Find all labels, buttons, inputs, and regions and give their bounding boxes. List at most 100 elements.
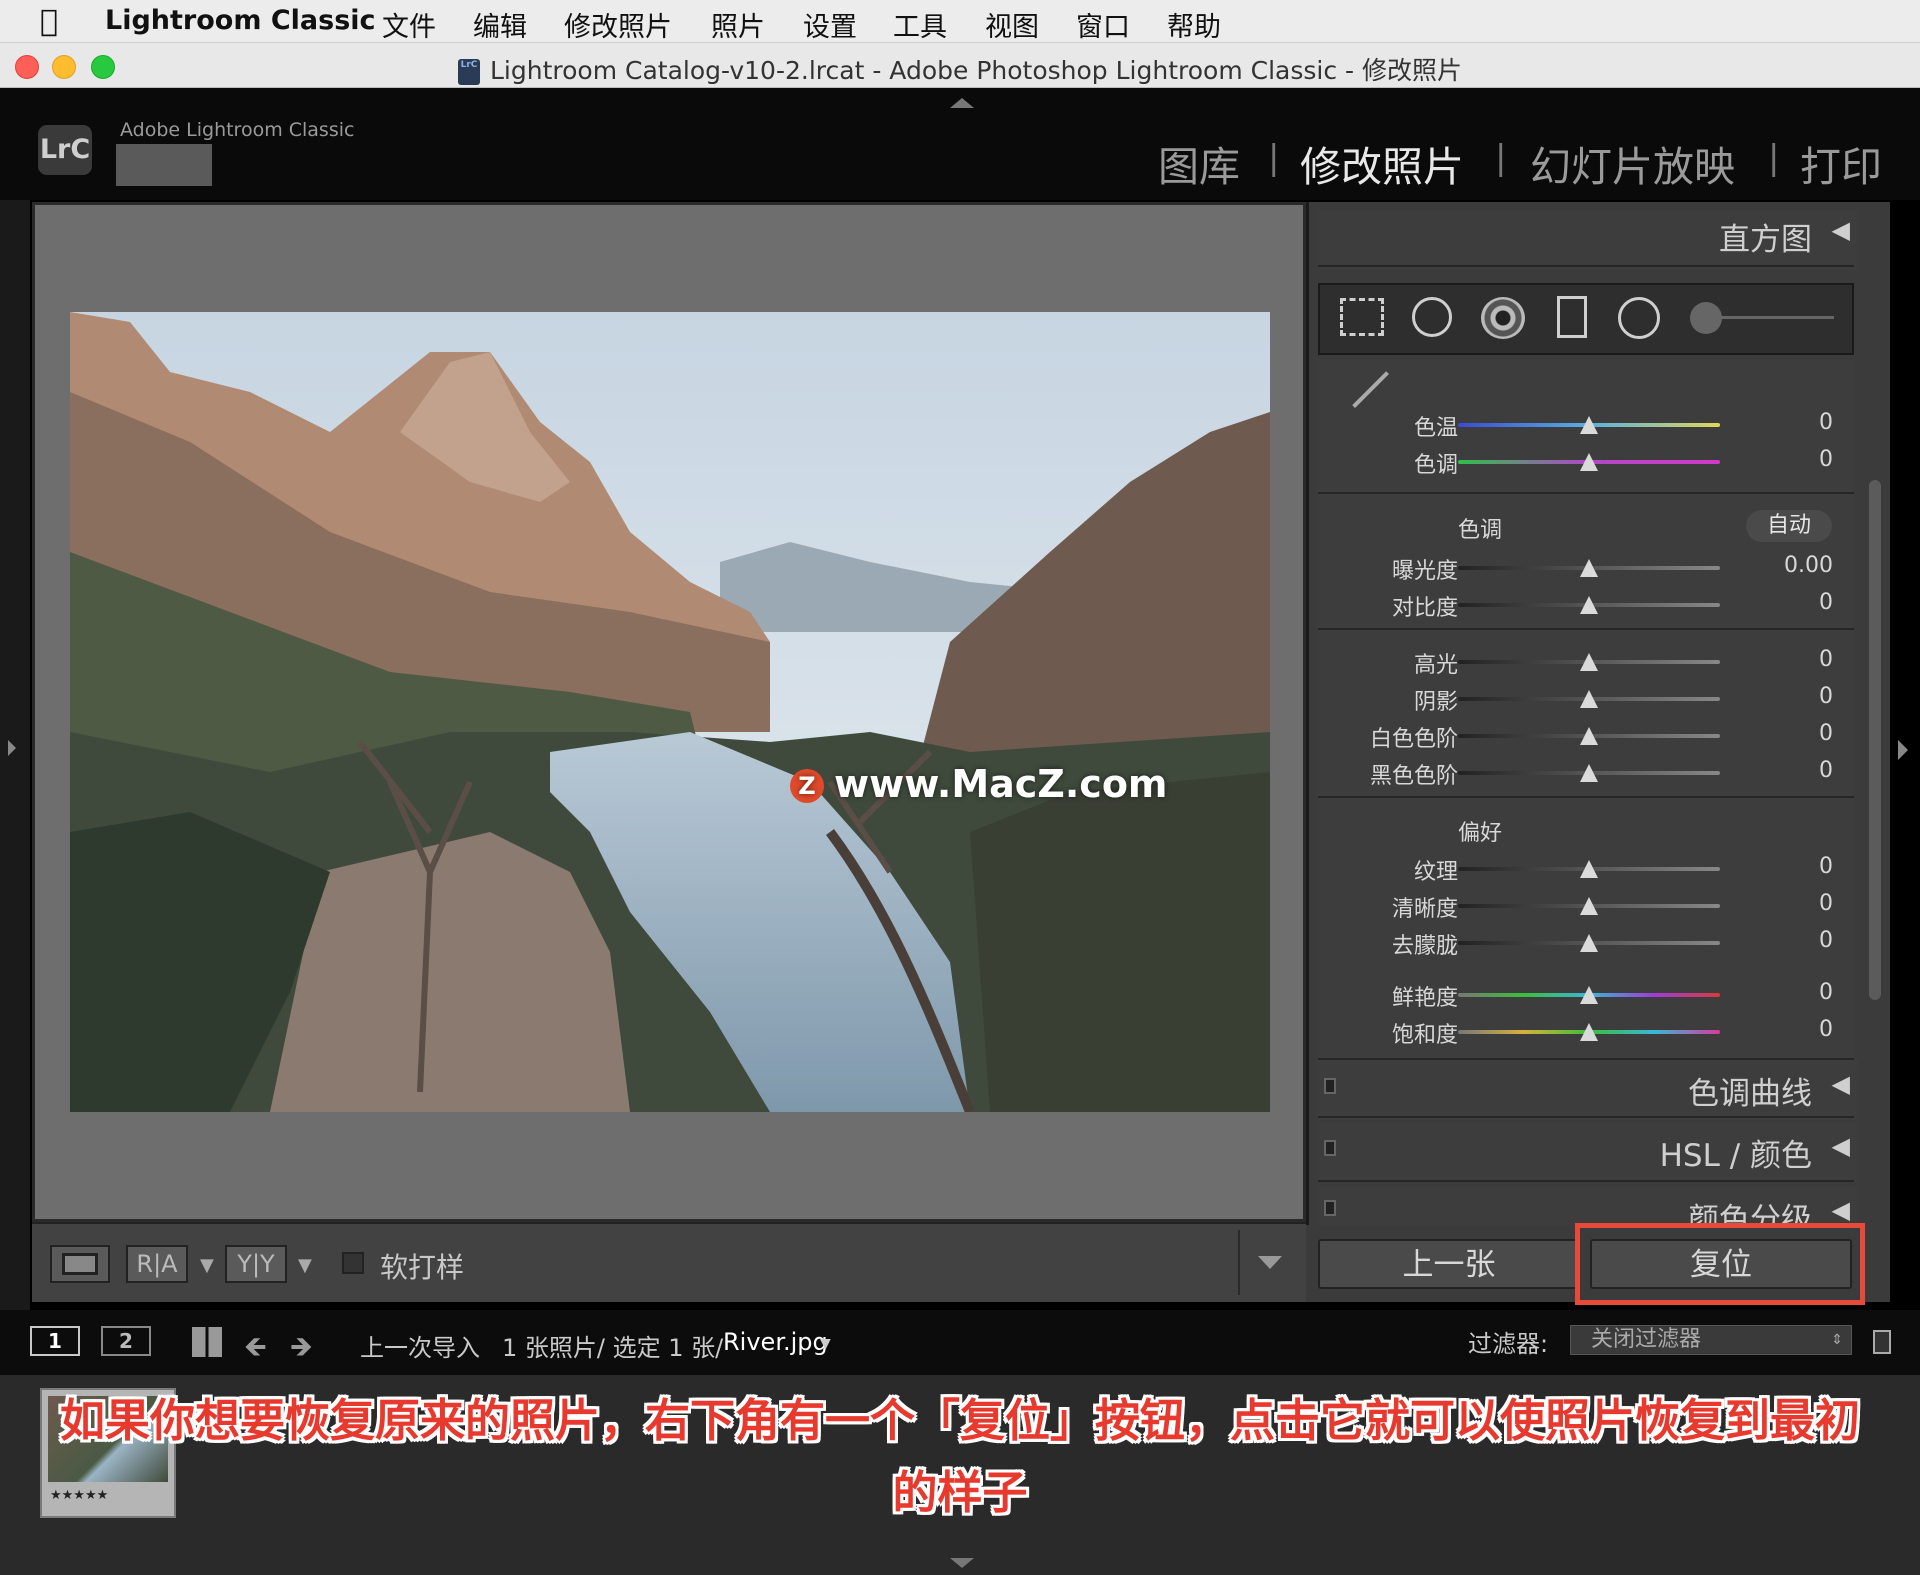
second-window-button[interactable]: 2 — [101, 1326, 151, 1356]
right-panel-scrollbar[interactable] — [1869, 480, 1881, 1000]
vibrance-value[interactable]: 0 — [1753, 980, 1833, 1005]
module-develop[interactable]: 修改照片 — [1300, 133, 1464, 193]
texture-value[interactable]: 0 — [1753, 854, 1833, 879]
contrast-value[interactable]: 0 — [1753, 590, 1833, 615]
left-panel-collapsed — [0, 200, 30, 1325]
forward-arrow-icon[interactable]: 🡺 — [290, 1326, 313, 1374]
shadows-thumb[interactable] — [1580, 690, 1598, 708]
module-separator: | — [1495, 138, 1507, 178]
collapse-arrow-icon[interactable]: ◀ — [1832, 1196, 1850, 1224]
grid-view-icon[interactable] — [192, 1327, 222, 1357]
menu-develop[interactable]: 修改照片 — [564, 5, 672, 44]
whites-value[interactable]: 0 — [1753, 721, 1833, 746]
expand-right-panel-icon[interactable] — [1898, 740, 1908, 760]
hsl-panel-header[interactable]: HSL / 颜色 ◀ — [1318, 1122, 1858, 1182]
whites-thumb[interactable] — [1580, 727, 1598, 745]
contrast-thumb[interactable] — [1580, 596, 1598, 614]
red-eye-icon[interactable] — [1481, 297, 1525, 339]
vibrance-thumb[interactable] — [1580, 986, 1598, 1004]
menu-file[interactable]: 文件 — [382, 5, 436, 44]
color-grading-title: 颜色分级 — [1688, 1202, 1812, 1226]
expand-left-panel-icon[interactable] — [8, 740, 16, 756]
blacks-thumb[interactable] — [1580, 764, 1598, 782]
main-window-button[interactable]: 1 — [30, 1326, 80, 1356]
dehaze-value[interactable]: 0 — [1753, 928, 1833, 953]
saturation-label: 饱和度 — [1391, 1023, 1458, 1048]
texture-thumb[interactable] — [1580, 860, 1598, 878]
collapse-arrow-icon[interactable]: ◀ — [1832, 216, 1850, 244]
menu-photo[interactable]: 照片 — [711, 5, 765, 44]
panel-switch-icon[interactable] — [1324, 1078, 1336, 1094]
menu-settings[interactable]: 设置 — [803, 5, 857, 44]
module-slideshow[interactable]: 幻灯片放映 — [1530, 133, 1735, 193]
saturation-value[interactable]: 0 — [1753, 1017, 1833, 1042]
menu-window[interactable]: 窗口 — [1076, 5, 1130, 44]
module-library[interactable]: 图库 — [1158, 133, 1240, 193]
filter-lock-icon[interactable] — [1873, 1330, 1891, 1354]
filename-label[interactable]: River.jpg — [723, 1328, 828, 1356]
module-print[interactable]: 打印 — [1800, 133, 1882, 193]
tone-curve-panel-header[interactable]: 色调曲线 ◀ — [1318, 1060, 1858, 1120]
color-grading-panel-header[interactable]: 颜色分级 ◀ — [1318, 1186, 1858, 1226]
chevron-down-icon[interactable]: ▼ — [200, 1255, 214, 1276]
identity-plate-text: Adobe Lightroom Classic — [120, 119, 355, 141]
collapse-bottom-panel-icon[interactable] — [950, 1558, 974, 1568]
temperature-value[interactable]: 0 — [1753, 410, 1833, 435]
chevron-down-icon[interactable]: ▼ — [820, 1336, 831, 1352]
app-name-menu[interactable]: Lightroom Classic — [105, 5, 376, 36]
back-arrow-icon[interactable]: 🡸 — [244, 1326, 267, 1374]
tone-curve-title: 色调曲线 — [1688, 1076, 1812, 1112]
lrc-logo: LrC — [38, 125, 92, 175]
clarity-value[interactable]: 0 — [1753, 891, 1833, 916]
source-label[interactable]: 上一次导入 — [360, 1328, 480, 1363]
before-after-yy-button[interactable]: Y|Y — [225, 1245, 287, 1283]
dehaze-thumb[interactable] — [1580, 934, 1598, 952]
loupe-view-button[interactable] — [50, 1245, 110, 1283]
shadows-value[interactable]: 0 — [1753, 684, 1833, 709]
watermark-logo-icon: Z — [790, 769, 824, 803]
exposure-label: 曝光度 — [1391, 559, 1458, 584]
chevron-down-icon[interactable]: ▼ — [298, 1255, 312, 1276]
before-after-ra-button[interactable]: R|A — [126, 1245, 188, 1283]
radial-filter-icon[interactable] — [1618, 297, 1660, 339]
panel-separator — [1318, 265, 1854, 267]
temperature-label: 色温 — [1413, 416, 1458, 441]
menu-edit[interactable]: 编辑 — [473, 5, 527, 44]
dehaze-label: 去朦胧 — [1391, 934, 1458, 959]
apple-icon[interactable]:  — [40, 4, 58, 39]
menu-tools[interactable]: 工具 — [893, 5, 947, 44]
exposure-value[interactable]: 0.00 — [1753, 553, 1833, 578]
soft-proof-checkbox[interactable] — [342, 1252, 364, 1274]
previous-button[interactable]: 上一张 — [1318, 1239, 1580, 1289]
exposure-thumb[interactable] — [1580, 559, 1598, 577]
blacks-value[interactable]: 0 — [1753, 758, 1833, 783]
crop-tool-icon[interactable] — [1340, 298, 1384, 336]
filter-select[interactable]: 关闭过滤器 ⇕ — [1570, 1325, 1852, 1355]
spot-removal-icon[interactable] — [1412, 297, 1452, 337]
tint-thumb[interactable] — [1580, 453, 1598, 471]
clarity-thumb[interactable] — [1580, 897, 1598, 915]
histogram-title: 直方图 — [1719, 222, 1812, 258]
hsl-title: HSL / 颜色 — [1659, 1138, 1812, 1174]
saturation-thumb[interactable] — [1580, 1023, 1598, 1041]
panel-switch-icon[interactable] — [1324, 1200, 1336, 1216]
tone-section-label: 色调 — [1458, 518, 1503, 543]
collapse-top-panel-icon[interactable] — [950, 98, 974, 108]
collapse-arrow-icon[interactable]: ◀ — [1832, 1132, 1850, 1160]
caption-line-2: 的样子 — [892, 1466, 1028, 1519]
panel-switch-icon[interactable] — [1324, 1140, 1336, 1156]
menu-help[interactable]: 帮助 — [1167, 5, 1221, 44]
temperature-thumb[interactable] — [1580, 416, 1598, 434]
auto-tone-button[interactable]: 自动 — [1746, 510, 1832, 542]
highlights-value[interactable]: 0 — [1753, 647, 1833, 672]
graduated-filter-icon[interactable] — [1557, 296, 1587, 338]
toolbar-options-icon[interactable] — [1258, 1256, 1282, 1269]
window-title-bar: LrC Lightroom Catalog-v10-2.lrcat - Adobe… — [0, 43, 1920, 88]
highlights-thumb[interactable] — [1580, 653, 1598, 671]
collapse-arrow-icon[interactable]: ◀ — [1832, 1070, 1850, 1098]
brush-size-track[interactable] — [1714, 316, 1834, 319]
menu-view[interactable]: 视图 — [985, 5, 1039, 44]
histogram-panel-header[interactable]: 直方图 ◀ — [1318, 210, 1858, 270]
tint-value[interactable]: 0 — [1753, 447, 1833, 472]
loupe-view-icon — [62, 1253, 98, 1275]
